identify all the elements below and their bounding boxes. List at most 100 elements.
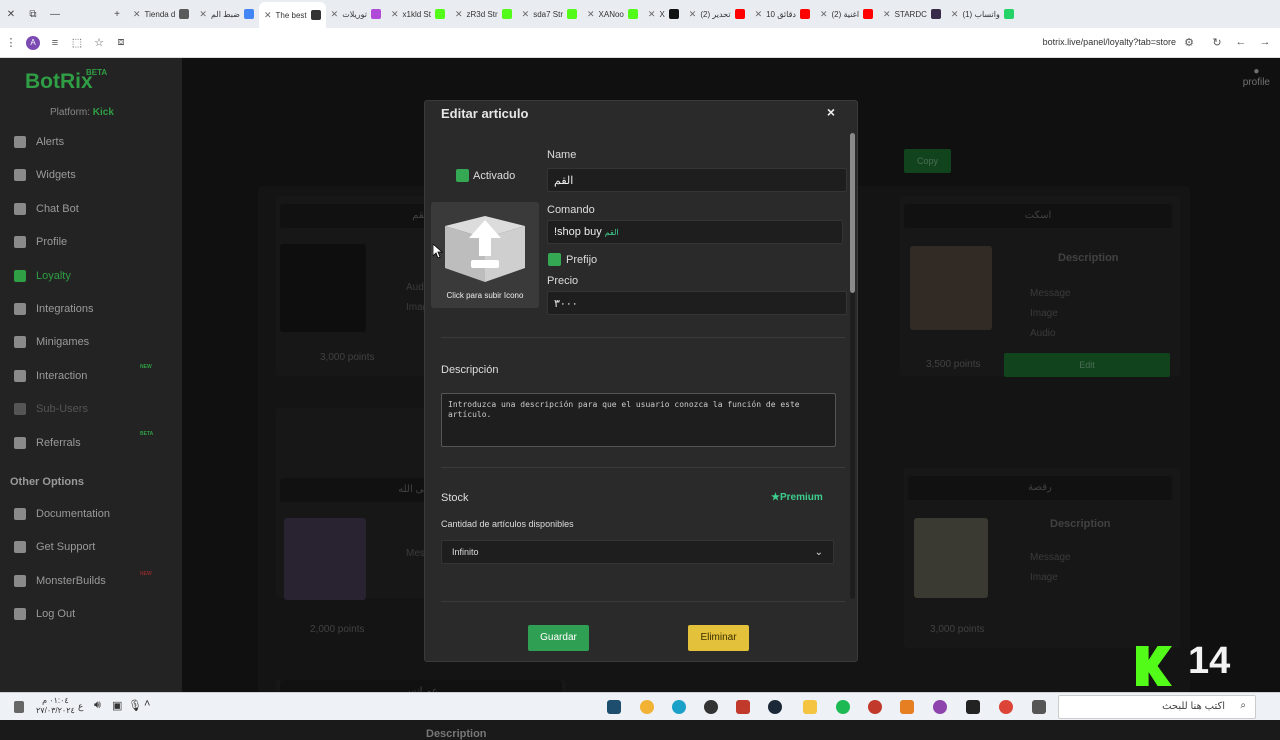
- browser-tab[interactable]: ✕ The best: [258, 2, 326, 28]
- sidebar-item-sub-users[interactable]: Sub-Users: [14, 403, 88, 416]
- close-tab-icon[interactable]: ✕: [883, 9, 891, 20]
- restore-window-icon[interactable]: ⧉: [22, 9, 44, 20]
- back-arrow-icon[interactable]: ←: [1230, 36, 1252, 48]
- sidebar-item-loyalty[interactable]: Loyalty: [14, 269, 71, 282]
- browser-tab[interactable]: ✕ STARDC: [878, 3, 946, 25]
- taskbar-search[interactable]: اكتب هنا للبحث: [1058, 695, 1256, 719]
- search-icon[interactable]: ⌕: [1240, 700, 1246, 711]
- description-textarea[interactable]: Introduzca una descripción para que el u…: [441, 393, 836, 447]
- close-tab-icon[interactable]: ✕: [522, 9, 530, 20]
- close-tab-icon[interactable]: ✕: [391, 9, 399, 20]
- sidebar-item-log-out[interactable]: Log Out: [14, 607, 75, 620]
- close-tab-icon[interactable]: ✕: [133, 9, 141, 20]
- file-explorer-icon[interactable]: [803, 700, 817, 714]
- taskbar-app-icon[interactable]: [868, 700, 882, 714]
- sidebar-item-get-support[interactable]: Get Support: [14, 541, 95, 554]
- close-tab-icon[interactable]: ✕: [951, 9, 959, 20]
- taskbar-app-icon[interactable]: [736, 700, 750, 714]
- browser-tab[interactable]: ✕ Tienda d: [128, 3, 194, 25]
- browser-tab[interactable]: ✕ sda7 Str: [517, 3, 582, 25]
- taskbar-app-icon[interactable]: [933, 700, 947, 714]
- taskbar-app-icon[interactable]: [704, 700, 718, 714]
- sidebar-item-minigames[interactable]: Minigames: [14, 336, 89, 349]
- url-text[interactable]: botrix.live/panel/loyalty?tab=store: [1043, 37, 1176, 47]
- sidebar-item-interaction[interactable]: Interaction: [14, 369, 87, 382]
- language-indicator[interactable]: ع: [78, 701, 83, 712]
- browser-tab[interactable]: ✕ ضبط الم: [194, 3, 259, 25]
- sidebar-item-icon: [14, 403, 26, 416]
- price-value: ٣٠٠٠: [554, 297, 578, 310]
- close-tab-icon[interactable]: ✕: [199, 9, 207, 20]
- modal-scrollbar-thumb[interactable]: [850, 133, 855, 293]
- microphone-icon[interactable]: 🎙︎: [128, 699, 142, 712]
- browser-tab[interactable]: ✕ 10 دقائق: [750, 3, 815, 25]
- sidebar-item-badge: BETA: [140, 430, 154, 437]
- close-tab-icon[interactable]: ✕: [755, 9, 763, 20]
- spotify-icon[interactable]: [836, 700, 850, 714]
- close-window-icon[interactable]: ✕: [0, 9, 22, 20]
- botrix-logo[interactable]: BotRix: [25, 70, 93, 94]
- close-tab-icon[interactable]: ✕: [689, 9, 697, 20]
- tray-expand-icon[interactable]: ˄: [144, 698, 150, 710]
- close-tab-icon[interactable]: ✕: [648, 9, 656, 20]
- reload-icon[interactable]: ↻: [1206, 36, 1228, 49]
- prefix-checkbox[interactable]: [548, 253, 561, 266]
- sidebar-item-chat-bot[interactable]: Chat Bot: [14, 202, 79, 215]
- taskbar-app-icon[interactable]: [640, 700, 654, 714]
- taskbar-app-icon[interactable]: [607, 700, 621, 714]
- menu-kebab-icon[interactable]: ⋮: [0, 36, 22, 49]
- sidebar-item-monsterbuilds[interactable]: MonsterBuilds: [14, 574, 106, 587]
- close-tab-icon[interactable]: ✕: [264, 10, 272, 21]
- taskbar-app-icon[interactable]: [900, 700, 914, 714]
- sidebar-item-integrations[interactable]: Integrations: [14, 303, 93, 315]
- browser-tab[interactable]: ✕ x1kld St: [386, 3, 450, 25]
- browser-tab[interactable]: ✕ XANoo: [582, 3, 643, 25]
- browser-tab[interactable]: ✕ zR3d Str: [450, 3, 517, 25]
- save-button[interactable]: Guardar: [528, 625, 589, 651]
- task-view-icon[interactable]: [1032, 700, 1046, 714]
- volume-icon[interactable]: 🔊︎: [94, 699, 101, 712]
- close-tab-icon[interactable]: ✕: [331, 9, 339, 20]
- network-icon[interactable]: ▣: [112, 699, 122, 712]
- command-input[interactable]: !shop buy القم: [547, 220, 843, 244]
- browser-tab[interactable]: ✕ X: [643, 3, 684, 25]
- delete-button[interactable]: Eliminar: [688, 625, 749, 651]
- minimize-window-icon[interactable]: —: [44, 9, 66, 20]
- edit-item-modal: Editar articulo × Activado Click para su…: [424, 100, 858, 662]
- browser-tab[interactable]: ✕ (1) واتساب: [946, 3, 1019, 25]
- icon-upload[interactable]: Click para subir Icono: [431, 202, 539, 308]
- close-tab-icon[interactable]: ✕: [455, 9, 463, 20]
- sidebar-item-widgets[interactable]: Widgets: [14, 169, 76, 182]
- activated-checkbox[interactable]: [456, 169, 469, 182]
- browser-tab[interactable]: ✕ (2) اغنية: [815, 3, 878, 25]
- clock[interactable]: ٠١:٠٤ م ٢٧/٠٣/٢٠٢٤: [36, 696, 75, 716]
- epic-games-icon[interactable]: [966, 700, 980, 714]
- site-settings-icon[interactable]: ⚙: [1178, 36, 1200, 49]
- chrome-icon[interactable]: [999, 700, 1013, 714]
- browser-tab[interactable]: ✕ (2) تحدير: [684, 3, 750, 25]
- new-tab-icon[interactable]: +: [106, 9, 128, 20]
- screenshot-icon[interactable]: ⧈: [110, 36, 132, 49]
- profile-avatar[interactable]: A: [26, 35, 40, 50]
- steam-icon[interactable]: [768, 700, 782, 714]
- close-tab-icon[interactable]: ✕: [587, 9, 595, 20]
- browser-tab[interactable]: ✕ توريلات: [326, 3, 386, 25]
- edge-icon[interactable]: [672, 700, 686, 714]
- extensions-icon[interactable]: ⬚: [66, 36, 88, 49]
- sidebar-item-icon: [14, 541, 26, 554]
- sidebar-item-profile[interactable]: Profile: [14, 236, 67, 249]
- notifications-icon[interactable]: [14, 701, 24, 713]
- sidebar-item-alerts[interactable]: Alerts: [14, 136, 64, 148]
- sidebar-item-documentation[interactable]: Documentation: [14, 508, 110, 520]
- stock-select[interactable]: Infinito ⌄: [441, 540, 834, 564]
- name-label: Name: [547, 149, 577, 161]
- bookmark-star-icon[interactable]: ☆: [88, 36, 110, 49]
- reading-list-icon[interactable]: ≡: [44, 37, 66, 49]
- sidebar-item-referrals[interactable]: Referrals: [14, 436, 81, 449]
- price-input[interactable]: ٣٠٠٠: [547, 291, 847, 315]
- forward-arrow-icon[interactable]: →: [1254, 36, 1276, 48]
- star-icon: ★: [771, 492, 780, 503]
- close-tab-icon[interactable]: ✕: [820, 9, 828, 20]
- name-input[interactable]: القم: [547, 168, 847, 192]
- close-icon[interactable]: ×: [827, 104, 835, 120]
